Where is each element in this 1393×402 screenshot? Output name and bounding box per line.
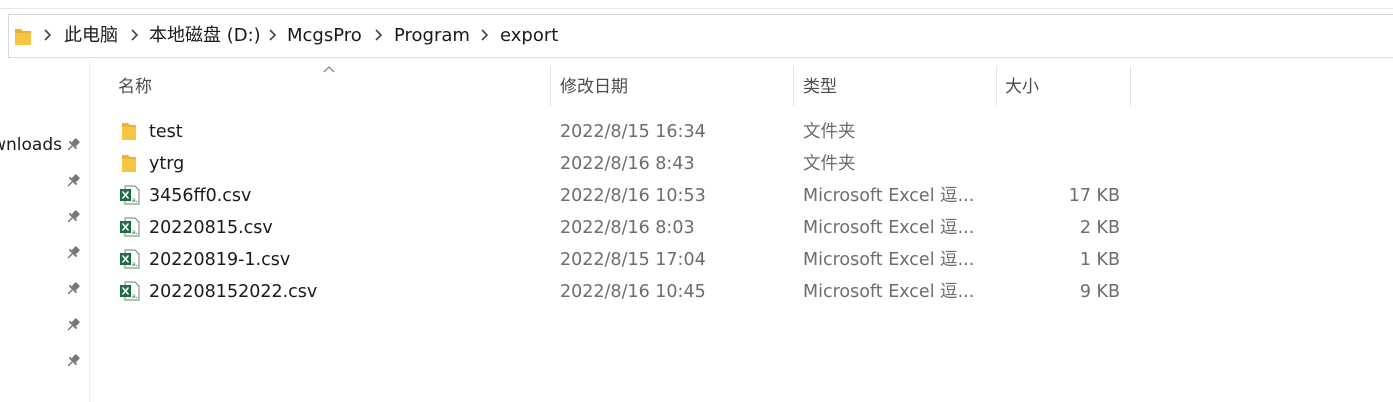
column-header-name[interactable]: 名称: [118, 76, 152, 98]
column-divider[interactable]: [996, 66, 997, 106]
pin-icon[interactable]: [64, 352, 82, 370]
excel-csv-icon: a,: [120, 281, 140, 301]
pin-icon[interactable]: [64, 172, 82, 190]
pin-icon[interactable]: [64, 244, 82, 262]
file-date: 2022/8/15 17:04: [560, 250, 706, 270]
chevron-right-icon[interactable]: [267, 28, 277, 42]
file-size: 1 KB: [1079, 250, 1120, 270]
file-name[interactable]: 202208152022.csv: [149, 281, 317, 303]
nav-item-downloads[interactable]: Downloads: [0, 134, 62, 156]
file-row[interactable]: a, 20220819-1.csv 2022/8/15 17:04 Micros…: [110, 244, 1130, 276]
column-header-type[interactable]: 类型: [803, 76, 837, 98]
pin-icon[interactable]: [64, 136, 82, 154]
file-name[interactable]: ytrg: [149, 153, 184, 175]
file-size: 9 KB: [1079, 282, 1120, 302]
file-date: 2022/8/16 8:43: [560, 154, 695, 174]
column-header-date[interactable]: 修改日期: [560, 76, 628, 98]
pin-icon[interactable]: [64, 208, 82, 226]
breadcrumb-this-pc[interactable]: 此电脑: [64, 24, 118, 48]
file-type: 文件夹: [803, 154, 856, 174]
breadcrumb-export[interactable]: export: [500, 24, 558, 48]
file-name[interactable]: 20220819-1.csv: [149, 249, 290, 271]
folder-icon: [122, 155, 136, 172]
breadcrumb-mcgspro[interactable]: McgsPro: [287, 24, 362, 48]
svg-text:a,: a,: [132, 261, 138, 268]
svg-text:a,: a,: [132, 229, 138, 236]
file-row[interactable]: test 2022/8/15 16:34 文件夹: [110, 116, 1130, 148]
file-size: 17 KB: [1068, 186, 1120, 206]
file-name[interactable]: 20220815.csv: [149, 217, 273, 239]
file-row[interactable]: a, 3456ff0.csv 2022/8/16 10:53 Microsoft…: [110, 180, 1130, 212]
svg-text:a,: a,: [132, 293, 138, 300]
pin-icon[interactable]: [64, 316, 82, 334]
file-name[interactable]: 3456ff0.csv: [149, 185, 251, 207]
file-date: 2022/8/15 16:34: [560, 122, 706, 142]
chevron-right-icon[interactable]: [479, 28, 489, 42]
excel-csv-icon: a,: [120, 249, 140, 269]
excel-csv-icon: a,: [120, 217, 140, 237]
file-type: Microsoft Excel 逗...: [803, 282, 975, 302]
sort-ascending-icon: [323, 66, 335, 73]
file-type: Microsoft Excel 逗...: [803, 250, 975, 270]
file-size: 2 KB: [1079, 218, 1120, 238]
pin-icon[interactable]: [64, 280, 82, 298]
chevron-right-icon[interactable]: [42, 28, 52, 42]
excel-csv-icon: a,: [120, 185, 140, 205]
column-header-size[interactable]: 大小: [1005, 76, 1039, 98]
file-row[interactable]: a, 202208152022.csv 2022/8/16 10:45 Micr…: [110, 276, 1130, 308]
pane-divider[interactable]: [89, 60, 90, 402]
column-divider[interactable]: [793, 66, 794, 106]
file-date: 2022/8/16 10:53: [560, 186, 706, 206]
folder-icon: [15, 29, 31, 45]
file-type: Microsoft Excel 逗...: [803, 186, 975, 206]
navigation-pane: [0, 60, 89, 402]
file-name[interactable]: test: [149, 121, 183, 143]
chevron-right-icon[interactable]: [129, 28, 139, 42]
chevron-right-icon[interactable]: [373, 28, 383, 42]
folder-icon: [122, 123, 136, 140]
breadcrumb-program[interactable]: Program: [394, 24, 470, 48]
file-row[interactable]: a, 20220815.csv 2022/8/16 8:03 Microsoft…: [110, 212, 1130, 244]
file-date: 2022/8/16 8:03: [560, 218, 695, 238]
breadcrumb-local-disk[interactable]: 本地磁盘 (D:): [149, 24, 261, 48]
file-type: 文件夹: [803, 122, 856, 142]
column-divider[interactable]: [1130, 66, 1131, 106]
column-divider[interactable]: [550, 66, 551, 106]
top-divider: [0, 8, 1393, 9]
file-type: Microsoft Excel 逗...: [803, 218, 975, 238]
file-row[interactable]: ytrg 2022/8/16 8:43 文件夹: [110, 148, 1130, 180]
file-date: 2022/8/16 10:45: [560, 282, 706, 302]
svg-text:a,: a,: [132, 197, 138, 204]
